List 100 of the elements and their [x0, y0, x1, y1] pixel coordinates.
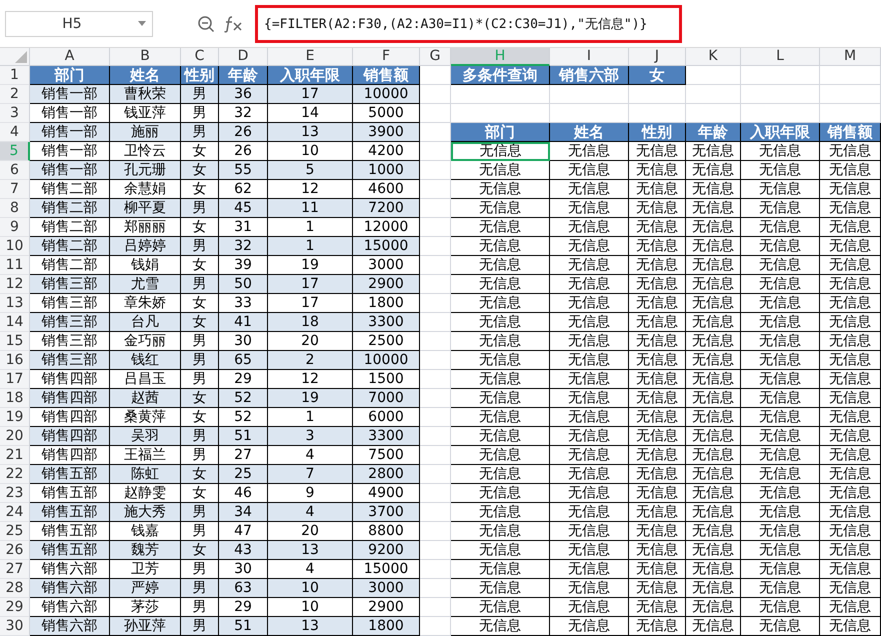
row-header[interactable]: 15 — [0, 332, 30, 351]
table-cell: 无信息 — [686, 484, 741, 503]
table-cell: 52 — [219, 389, 268, 408]
row-header[interactable]: 8 — [0, 199, 30, 218]
table-cell: 无信息 — [741, 256, 820, 275]
table-cell: 无信息 — [741, 503, 820, 522]
formula-field[interactable]: {=FILTER(A2:F30,(A2:A30=I1)*(C2:C30=J1),"无信息")} — [255, 4, 682, 42]
table-cell: 钱嘉 — [110, 522, 181, 541]
row-header[interactable]: 1 — [0, 66, 30, 85]
column-header[interactable]: J — [629, 48, 686, 66]
row-header[interactable]: 29 — [0, 598, 30, 617]
row-header[interactable]: 4 — [0, 123, 30, 142]
table-cell: 无信息 — [629, 427, 686, 446]
table-cell: 无信息 — [451, 541, 550, 560]
empty-cell — [686, 85, 741, 104]
table-cell: 7200 — [353, 199, 420, 218]
column-header[interactable]: I — [550, 48, 629, 66]
table-cell: 4 — [268, 446, 353, 465]
function-icon[interactable] — [223, 14, 243, 32]
row-header[interactable]: 17 — [0, 370, 30, 389]
table-cell: 无信息 — [451, 351, 550, 370]
table-cell: 无信息 — [451, 522, 550, 541]
dropdown-caret-icon[interactable] — [138, 21, 146, 26]
table-cell: 无信息 — [550, 579, 629, 598]
column-header[interactable]: D — [219, 48, 268, 66]
row-header[interactable]: 21 — [0, 446, 30, 465]
column-header[interactable]: A — [30, 48, 110, 66]
column-header[interactable]: M — [820, 48, 881, 66]
table-cell: 51 — [219, 617, 268, 636]
table-cell: 无信息 — [741, 446, 820, 465]
selected-cell[interactable]: 无信息 — [451, 142, 550, 161]
row-header[interactable]: 10 — [0, 237, 30, 256]
row-header[interactable]: 2 — [0, 85, 30, 104]
row-header[interactable]: 6 — [0, 161, 30, 180]
column-header[interactable]: B — [110, 48, 181, 66]
column-header[interactable]: K — [686, 48, 741, 66]
table-cell: 无信息 — [451, 617, 550, 636]
row-header[interactable]: 16 — [0, 351, 30, 370]
column-header[interactable]: L — [741, 48, 820, 66]
table-cell: 25 — [219, 465, 268, 484]
column-header[interactable]: F — [353, 48, 420, 66]
row-header[interactable]: 11 — [0, 256, 30, 275]
table-cell: 10 — [268, 579, 353, 598]
table-cell: 男 — [181, 560, 219, 579]
table-cell: 男 — [181, 123, 219, 142]
row-header[interactable]: 14 — [0, 313, 30, 332]
table-cell: 65 — [219, 351, 268, 370]
column-header[interactable]: E — [268, 48, 353, 66]
table-cell: 无信息 — [820, 256, 881, 275]
row-header[interactable]: 26 — [0, 541, 30, 560]
row-header[interactable]: 25 — [0, 522, 30, 541]
table-cell: 36 — [219, 85, 268, 104]
table-cell: 无信息 — [741, 294, 820, 313]
table-cell: 吕昌玉 — [110, 370, 181, 389]
row-header[interactable]: 19 — [0, 408, 30, 427]
table-cell: 无信息 — [550, 598, 629, 617]
header-cell: 销售六部 — [550, 66, 629, 85]
table-cell: 无信息 — [629, 408, 686, 427]
row-header[interactable]: 28 — [0, 579, 30, 598]
table-cell: 无信息 — [741, 560, 820, 579]
table-cell: 无信息 — [686, 465, 741, 484]
table-cell: 销售一部 — [30, 85, 110, 104]
row-header[interactable]: 12 — [0, 275, 30, 294]
table-cell: 销售六部 — [30, 598, 110, 617]
table-cell: 10 — [268, 598, 353, 617]
row-header[interactable]: 13 — [0, 294, 30, 313]
table-cell: 无信息 — [820, 142, 881, 161]
name-box[interactable]: H5 — [5, 10, 153, 36]
row-header[interactable]: 18 — [0, 389, 30, 408]
table-cell: 卫芳 — [110, 560, 181, 579]
table-cell: 无信息 — [686, 389, 741, 408]
table-cell: 无信息 — [629, 294, 686, 313]
table-cell: 无信息 — [550, 465, 629, 484]
row-header[interactable]: 22 — [0, 465, 30, 484]
zoom-icon[interactable] — [197, 14, 215, 32]
row-header[interactable]: 9 — [0, 218, 30, 237]
row-header[interactable]: 7 — [0, 180, 30, 199]
table-cell: 无信息 — [629, 351, 686, 370]
row-header[interactable]: 24 — [0, 503, 30, 522]
column-header[interactable]: G — [420, 48, 451, 66]
row-header[interactable]: 30 — [0, 617, 30, 636]
table-cell: 4200 — [353, 142, 420, 161]
table-cell: 19 — [268, 256, 353, 275]
column-header[interactable]: C — [181, 48, 219, 66]
table-cell: 无信息 — [451, 389, 550, 408]
table-cell: 无信息 — [451, 256, 550, 275]
table-cell: 1 — [268, 408, 353, 427]
table-cell: 无信息 — [686, 617, 741, 636]
row-header[interactable]: 3 — [0, 104, 30, 123]
header-cell: 性别 — [181, 66, 219, 85]
table-cell: 19 — [268, 389, 353, 408]
table-cell: 无信息 — [550, 218, 629, 237]
table-cell: 钱娟 — [110, 256, 181, 275]
table-cell: 无信息 — [820, 579, 881, 598]
row-header[interactable]: 23 — [0, 484, 30, 503]
table-cell: 无信息 — [820, 541, 881, 560]
row-header[interactable]: 27 — [0, 560, 30, 579]
table-cell: 55 — [219, 161, 268, 180]
row-header[interactable]: 20 — [0, 427, 30, 446]
table-cell: 30 — [219, 560, 268, 579]
